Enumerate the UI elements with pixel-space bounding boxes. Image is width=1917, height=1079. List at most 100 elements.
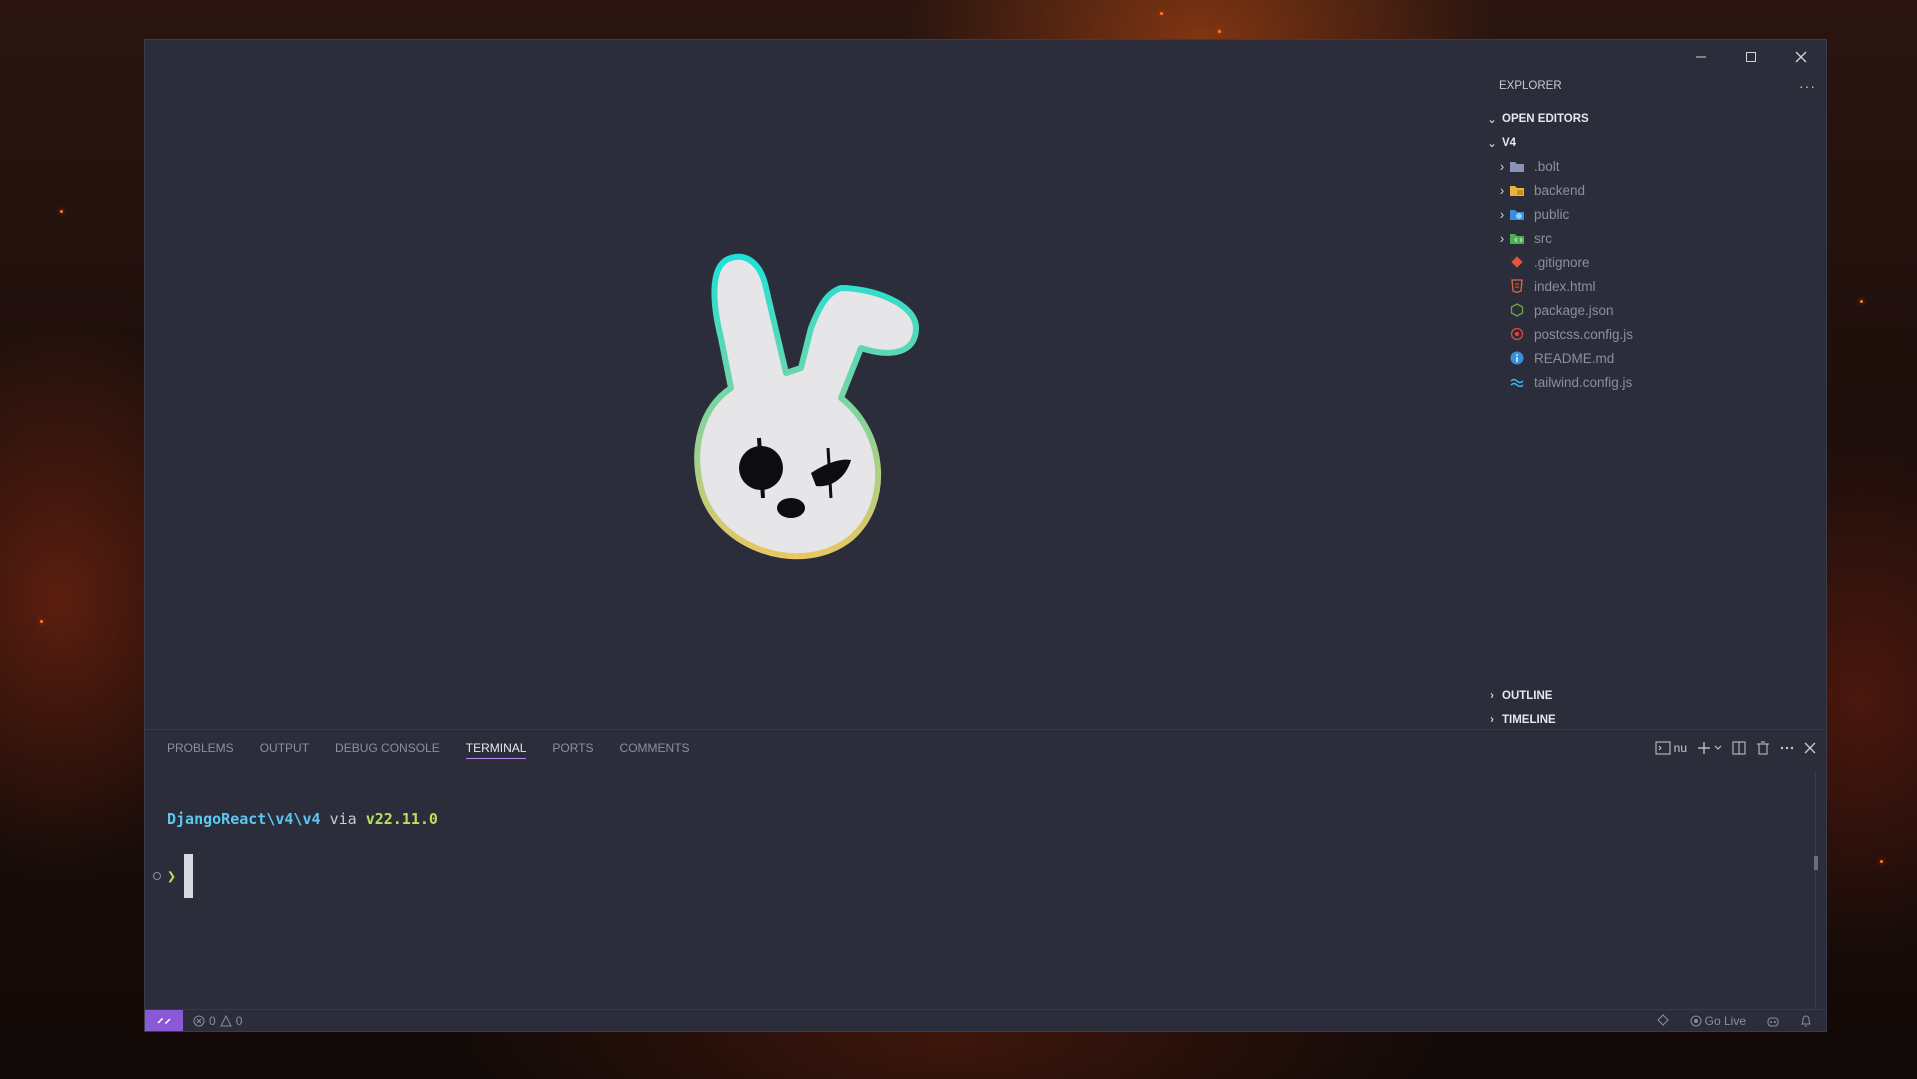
timeline-section[interactable]: › TIMELINE: [1472, 709, 1826, 731]
tailwind-icon: [1508, 374, 1526, 390]
error-count: 0: [209, 1013, 216, 1028]
ember: [1860, 300, 1863, 303]
tree-item-package-json[interactable]: package.json: [1472, 298, 1826, 322]
postcss-icon: [1508, 326, 1526, 342]
tree-item-src[interactable]: › src: [1472, 226, 1826, 250]
tree-item-label: public: [1534, 206, 1570, 222]
chevron-down-icon: [1714, 745, 1722, 750]
window-controls: [1676, 40, 1826, 74]
remote-button[interactable]: [145, 1009, 183, 1031]
tab-ports[interactable]: PORTS: [552, 730, 593, 765]
minimize-button[interactable]: [1676, 40, 1726, 74]
outline-section[interactable]: › OUTLINE: [1472, 685, 1826, 707]
go-live-button[interactable]: Go Live: [1690, 1014, 1746, 1028]
tree-item-backend[interactable]: › backend: [1472, 178, 1826, 202]
terminal-input-line: ❯: [153, 854, 194, 898]
nodejs-icon: [1508, 302, 1526, 318]
remote-icon: [157, 1017, 171, 1024]
terminal-shell-selector[interactable]: nu: [1655, 741, 1687, 755]
chevron-right-icon: ›: [1490, 714, 1494, 726]
workspace-root[interactable]: ⌄ V4: [1472, 132, 1826, 154]
tab-debug-console[interactable]: DEBUG CONSOLE: [335, 730, 440, 765]
ember: [40, 620, 43, 623]
bottom-panel: PROBLEMS OUTPUT DEBUG CONSOLE TERMINAL P…: [145, 729, 1826, 1022]
tree-item-label: backend: [1534, 182, 1586, 198]
close-panel-button[interactable]: [1804, 742, 1816, 754]
ember: [60, 210, 63, 213]
tree-item-label: postcss.config.js: [1534, 326, 1634, 342]
explorer-title: EXPLORER: [1499, 80, 1562, 92]
vscode-window: EXPLORER ··· ⌄ OPEN EDITORS ⌄ V4 › .bolt…: [144, 39, 1827, 1032]
open-editors-label: OPEN EDITORS: [1502, 113, 1589, 125]
split-terminal-button[interactable]: [1732, 741, 1746, 755]
copilot-icon[interactable]: [1766, 1014, 1780, 1028]
terminal-path: DjangoReact\v4\v4: [167, 810, 321, 828]
terminal-scrollbar[interactable]: [1815, 772, 1816, 1017]
tree-item-tailwind-config[interactable]: tailwind.config.js: [1472, 370, 1826, 394]
node-version: v22.11.0: [365, 810, 438, 828]
broadcast-icon: [1690, 1015, 1702, 1026]
layout-icon[interactable]: [1656, 1013, 1670, 1028]
bunny-logo: [694, 253, 919, 560]
new-terminal-button[interactable]: [1697, 741, 1722, 755]
terminal-prompt-line: DjangoReact\v4\v4 via v22.11.0: [167, 810, 438, 828]
bell-icon[interactable]: [1800, 1014, 1812, 1028]
minimize-icon: [1696, 56, 1706, 58]
terminal-content[interactable]: DjangoReact\v4\v4 via v22.11.0 ❯: [153, 810, 438, 898]
panel-tabs: PROBLEMS OUTPUT DEBUG CONSOLE TERMINAL P…: [167, 730, 690, 765]
tree-item-gitignore[interactable]: .gitignore: [1472, 250, 1826, 274]
chevron-right-icon: ›: [1490, 690, 1494, 702]
problems-status[interactable]: 0 0: [193, 1014, 242, 1028]
tree-item-bolt[interactable]: › .bolt: [1472, 154, 1826, 178]
tree-item-label: tailwind.config.js: [1534, 374, 1633, 390]
open-editors-section[interactable]: ⌄ OPEN EDITORS: [1472, 108, 1826, 130]
tree-item-index-html[interactable]: index.html: [1472, 274, 1826, 298]
kill-terminal-button[interactable]: [1756, 741, 1770, 755]
folder-public-icon: [1508, 206, 1526, 222]
more-actions-button[interactable]: [1780, 746, 1794, 750]
folder-backend-icon: [1508, 182, 1526, 198]
html-icon: [1508, 278, 1526, 294]
tree-item-label: package.json: [1534, 302, 1614, 318]
tree-item-readme[interactable]: README.md: [1472, 346, 1826, 370]
split-icon: [1732, 741, 1746, 754]
tree-item-label: index.html: [1534, 278, 1596, 294]
terminal-via: via: [329, 810, 357, 828]
info-icon: [1508, 350, 1526, 366]
tree-item-label: .bolt: [1534, 158, 1560, 174]
tab-output[interactable]: OUTPUT: [260, 730, 309, 765]
tree-item-postcss-config[interactable]: postcss.config.js: [1472, 322, 1826, 346]
outline-label: OUTLINE: [1502, 690, 1553, 702]
prompt-arrow: ❯: [167, 867, 177, 885]
ellipsis-icon: [1780, 746, 1794, 749]
status-bar: 0 0 Go Live: [145, 1009, 1826, 1031]
ember: [1160, 12, 1163, 15]
tree-item-label: src: [1534, 230, 1552, 246]
maximize-icon: [1746, 52, 1756, 62]
warning-icon: [219, 1014, 232, 1026]
ember: [1880, 860, 1883, 863]
terminal-cursor: [184, 854, 194, 898]
command-status-dot: [153, 872, 161, 880]
go-live-label: Go Live: [1704, 1013, 1746, 1028]
tree-item-label: README.md: [1534, 350, 1615, 366]
folder-src-icon: [1508, 230, 1526, 246]
terminal-icon: [1655, 741, 1671, 754]
workspace-root-label: V4: [1502, 137, 1517, 149]
close-icon: [1795, 51, 1807, 63]
close-icon: [1804, 742, 1816, 753]
tab-problems[interactable]: PROBLEMS: [167, 730, 234, 765]
tab-comments[interactable]: COMMENTS: [620, 730, 690, 765]
status-right: Go Live: [1656, 1014, 1812, 1028]
folder-icon: [1508, 158, 1526, 174]
warning-count: 0: [235, 1013, 243, 1028]
editor-area[interactable]: [145, 74, 1471, 729]
tab-terminal[interactable]: TERMINAL: [465, 730, 526, 765]
chevron-down-icon: ⌄: [1487, 138, 1497, 150]
close-button[interactable]: [1776, 40, 1826, 74]
tree-item-public[interactable]: › public: [1472, 202, 1826, 226]
explorer-more-button[interactable]: ···: [1799, 74, 1816, 98]
maximize-button[interactable]: [1726, 40, 1776, 74]
chevron-down-icon: ⌄: [1487, 114, 1497, 126]
terminal-scroll-thumb[interactable]: [1814, 856, 1818, 870]
